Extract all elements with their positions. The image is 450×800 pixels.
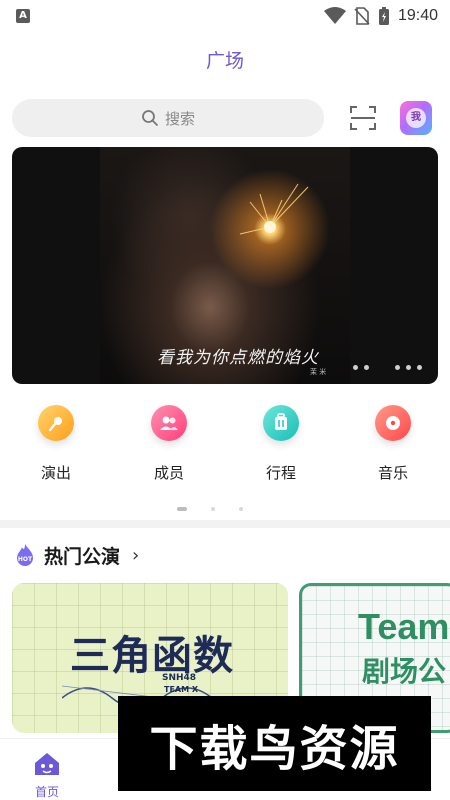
category-label: 行程 xyxy=(265,464,296,482)
svg-text:HOT: HOT xyxy=(18,556,33,563)
search-icon xyxy=(142,110,158,126)
section-divider xyxy=(0,520,450,528)
microphone-icon xyxy=(38,405,74,441)
chevron-right-icon: › xyxy=(132,544,140,566)
card-subtitle: 剧场公 xyxy=(362,655,447,688)
category-schedule[interactable]: 行程 xyxy=(236,405,326,483)
nav-home-label: 首页 xyxy=(34,785,59,799)
no-sim-icon xyxy=(354,7,370,25)
banner-caption: 看我为你点燃的焰火 xyxy=(157,348,319,368)
watermark-text: 下载鸟资源 xyxy=(149,720,400,777)
section-title: 热门公演 xyxy=(44,545,121,568)
avatar-label: 我 xyxy=(406,108,426,128)
card-group: SNH48 xyxy=(162,673,197,683)
avatar[interactable]: 我 xyxy=(400,101,432,135)
scan-icon[interactable] xyxy=(348,103,378,133)
search-placeholder: 搜索 xyxy=(164,109,195,128)
category-grid: 演出 成员 行程 音乐 xyxy=(0,405,450,485)
category-performance[interactable]: 演出 xyxy=(11,405,101,483)
card-title: 三角函数 xyxy=(70,633,234,679)
banner-signature: 茉 米 xyxy=(310,368,327,376)
nav-home[interactable]: 首页 xyxy=(25,751,69,800)
music-disc-icon xyxy=(375,405,411,441)
category-label: 演出 xyxy=(40,464,71,482)
battery-icon xyxy=(378,7,389,25)
hot-performances-header[interactable]: HOT 热门公演 › xyxy=(14,540,139,570)
card-title: Team xyxy=(358,606,450,647)
status-bar: A 19:40 xyxy=(0,0,450,32)
card-team: TEAM X xyxy=(164,685,199,694)
luggage-icon xyxy=(263,405,299,441)
carousel-indicator xyxy=(353,365,422,370)
banner-carousel[interactable]: 看我为你点燃的焰火 茉 米 xyxy=(12,147,438,384)
wifi-icon xyxy=(323,7,346,24)
page-title: 广场 xyxy=(205,50,244,72)
home-mascot-icon xyxy=(35,753,59,775)
members-icon xyxy=(151,405,187,441)
sparkler-icon xyxy=(239,183,309,235)
category-members[interactable]: 成员 xyxy=(124,405,214,483)
app-notification-icon: A xyxy=(16,9,30,23)
category-label: 音乐 xyxy=(377,464,408,482)
category-music[interactable]: 音乐 xyxy=(348,405,438,483)
category-page-indicator xyxy=(177,507,243,511)
hot-flame-icon: HOT xyxy=(17,544,33,566)
watermark-overlay: 下载鸟资源 xyxy=(118,696,431,791)
search-input[interactable]: 搜索 xyxy=(12,99,324,137)
clock: 19:40 xyxy=(397,7,438,24)
category-label: 成员 xyxy=(153,464,184,482)
